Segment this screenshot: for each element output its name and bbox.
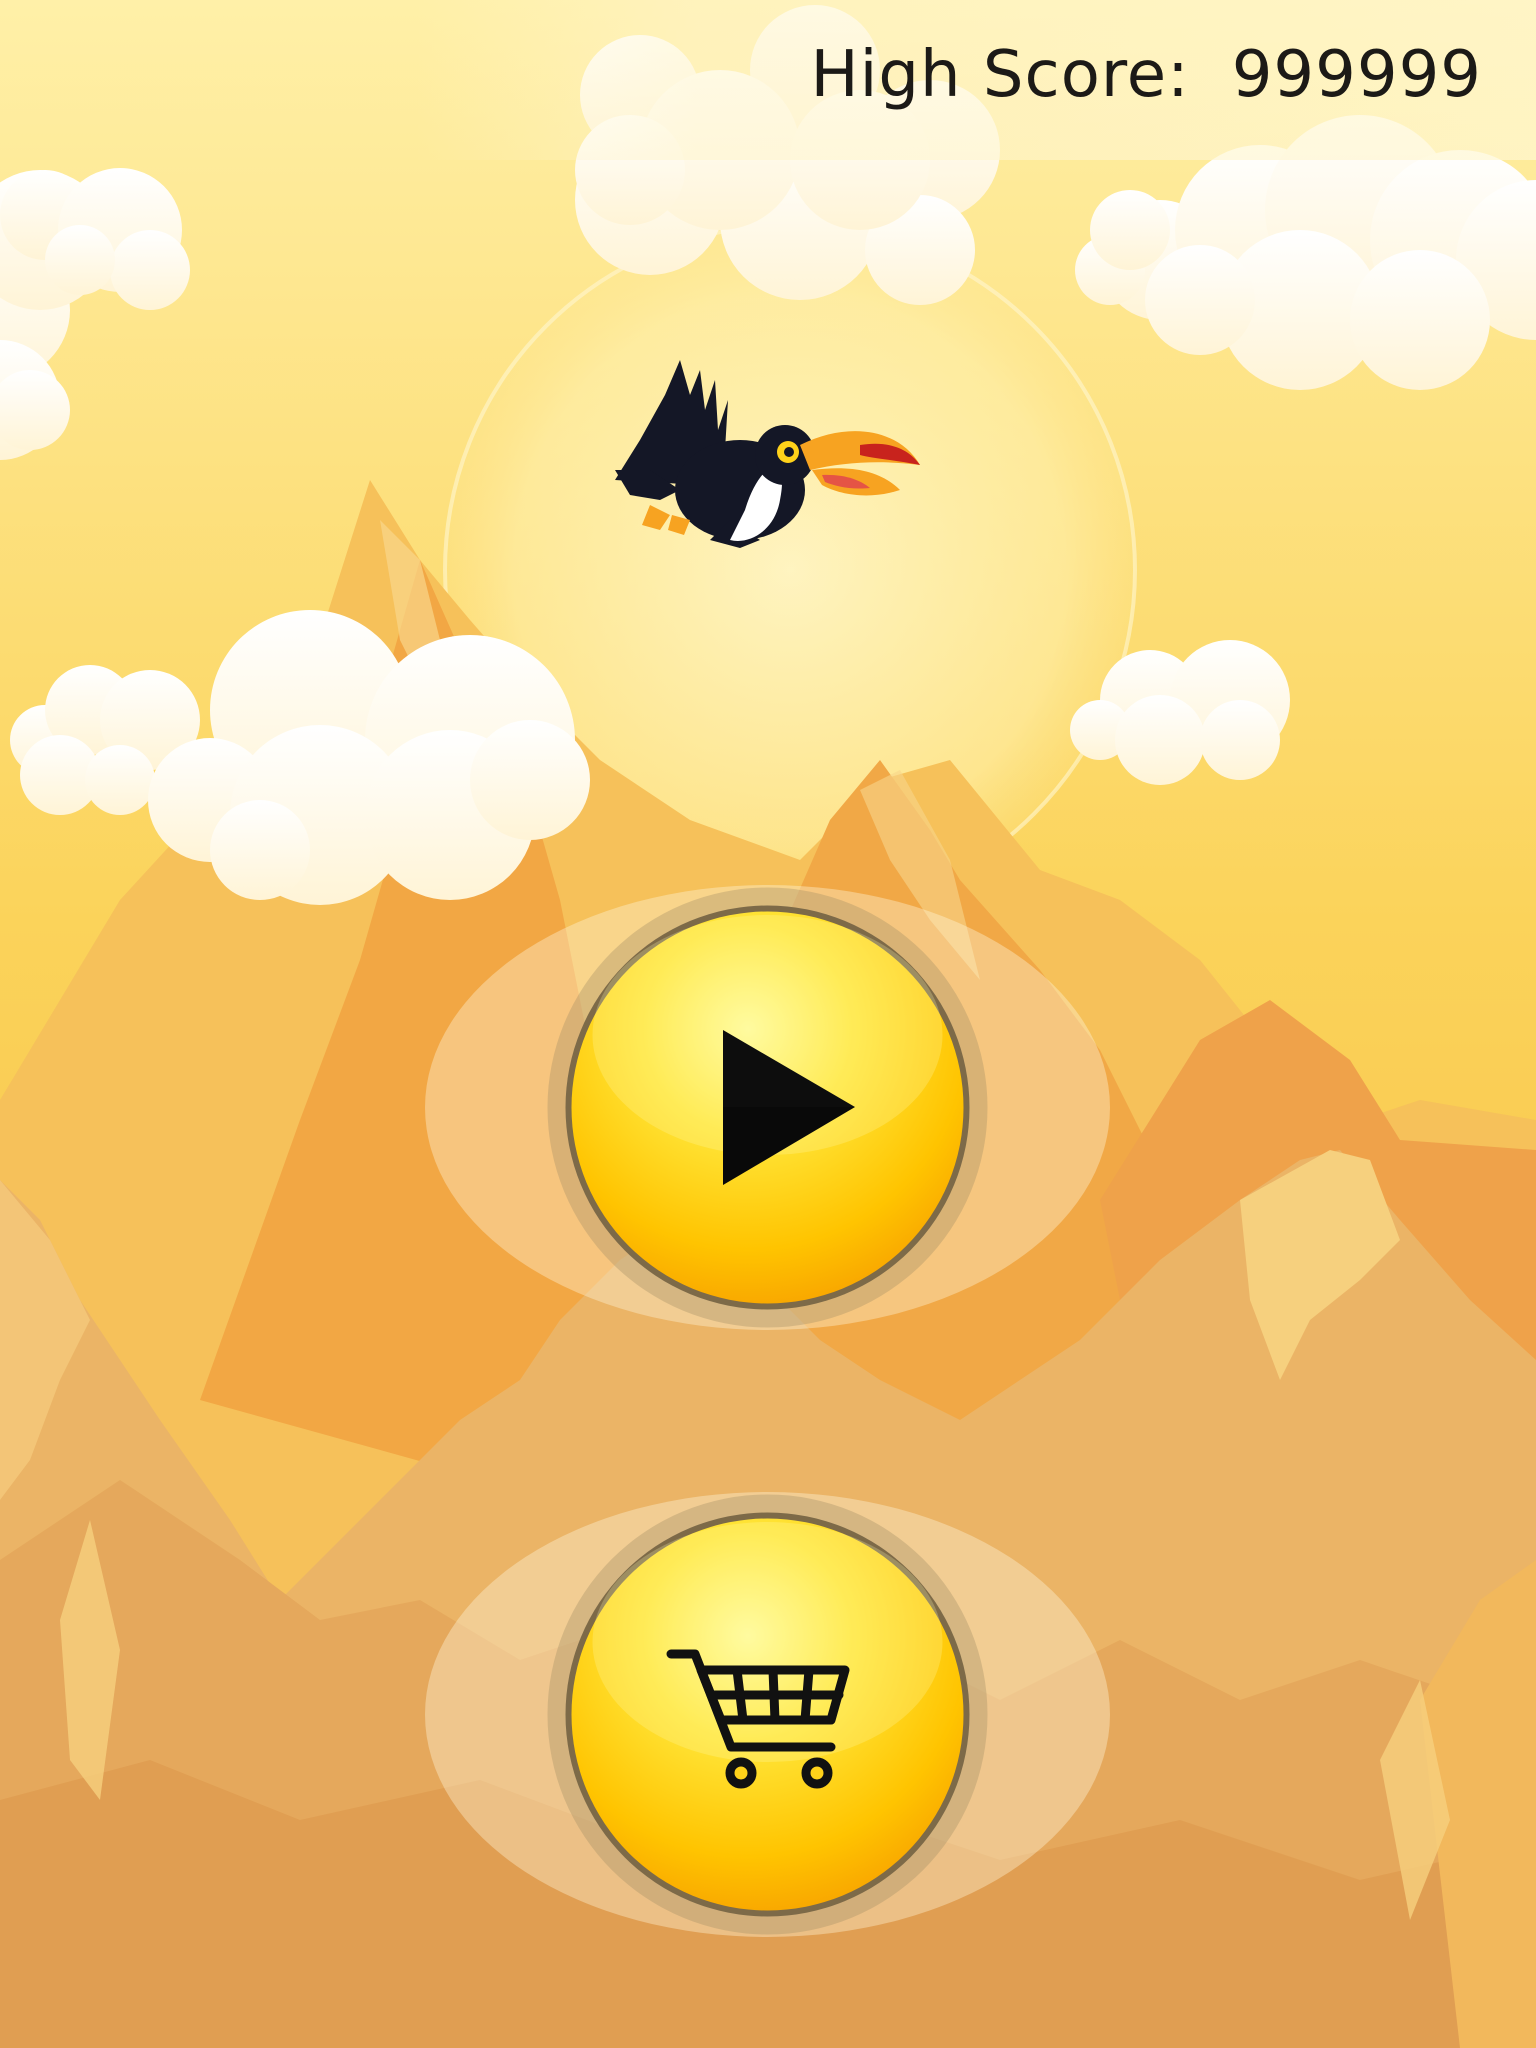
- game-screen: High Score: 999999: [0, 0, 1536, 2048]
- high-score-label: High Score:: [810, 38, 1190, 112]
- shop-button[interactable]: [545, 1492, 990, 1937]
- high-score-display: High Score: 999999: [810, 38, 1482, 112]
- high-score-value: 999999: [1231, 38, 1482, 112]
- play-button[interactable]: [545, 885, 990, 1330]
